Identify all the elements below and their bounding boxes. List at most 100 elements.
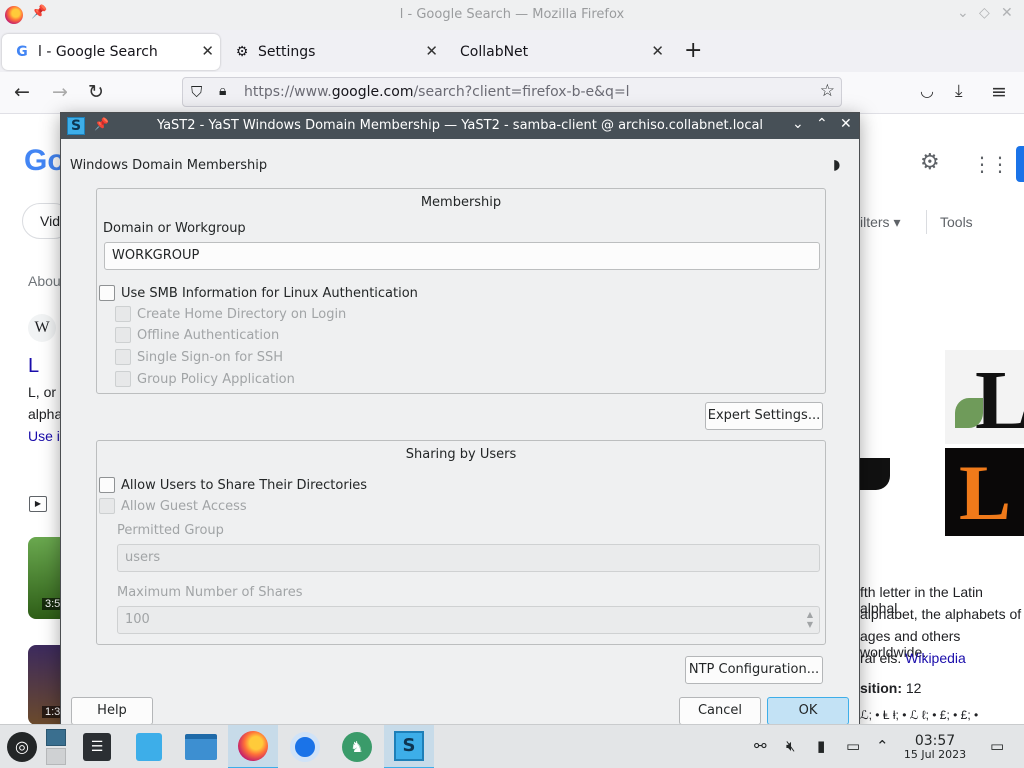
- volume-muted-icon[interactable]: 🔇︎: [786, 737, 795, 755]
- sso-ssh-label: Single Sign-on for SSH: [137, 350, 283, 365]
- offline-auth-checkbox[interactable]: [115, 327, 131, 343]
- help-button[interactable]: Help: [71, 697, 153, 725]
- lock-icon[interactable]: 🔒︎: [219, 83, 226, 99]
- filters-label[interactable]: ilters ▾: [860, 214, 900, 231]
- download-icon[interactable]: ⤓: [955, 81, 963, 101]
- browser-titlebar: 📌 l - Google Search — Mozilla Firefox ⌄ …: [0, 0, 1024, 30]
- result-snippet-line: L, or: [28, 384, 57, 400]
- minimize-icon[interactable]: ⌄: [792, 116, 804, 132]
- close-window-icon[interactable]: ✕: [1001, 5, 1013, 21]
- knowledge-position-line: sition: 12: [860, 680, 922, 696]
- bookmark-star-icon[interactable]: ☆: [820, 81, 835, 101]
- pocket-icon[interactable]: ◡: [920, 81, 934, 100]
- new-tab-icon[interactable]: +: [684, 38, 702, 63]
- minimize-icon[interactable]: ⌄: [957, 5, 969, 21]
- navigation-toolbar: ← → ↻ ⛉ 🔒︎ https://www.google.com/search…: [0, 72, 1024, 114]
- settings-gear-icon[interactable]: ⚙: [920, 150, 940, 175]
- tab-collabnet[interactable]: CollabNet ✕: [448, 34, 670, 70]
- knowledge-image[interactable]: L: [945, 448, 1024, 536]
- maximize-icon[interactable]: ⌃: [816, 116, 828, 132]
- domain-input[interactable]: WORKGROUP: [104, 242, 820, 270]
- close-tab-icon[interactable]: ✕: [201, 42, 214, 60]
- knowledge-image[interactable]: L: [945, 350, 1024, 447]
- yast-icon: S: [394, 731, 424, 761]
- allow-share-label[interactable]: Allow Users to Share Their Directories: [121, 478, 367, 493]
- max-shares-spinbox[interactable]: 100 ▲ ▼: [117, 606, 820, 634]
- sso-ssh-checkbox[interactable]: [115, 349, 131, 365]
- dialog-titlebar[interactable]: S 📌 YaST2 - YaST Windows Domain Membersh…: [61, 113, 859, 139]
- settings-sliders-icon: ☰: [83, 733, 111, 761]
- clock-date[interactable]: 15 Jul 2023: [896, 748, 974, 761]
- close-icon[interactable]: ✕: [840, 116, 852, 132]
- tab-google-search[interactable]: G l - Google Search ✕: [2, 34, 220, 70]
- taskbar-mastodon[interactable]: ♞: [332, 725, 382, 768]
- google-favicon-icon: G: [16, 44, 28, 60]
- create-home-label: Create Home Directory on Login: [137, 307, 347, 322]
- create-home-checkbox[interactable]: [115, 306, 131, 322]
- forward-arrow-icon[interactable]: →: [52, 81, 68, 103]
- menu-icon[interactable]: ≡: [991, 81, 1007, 103]
- battery-icon[interactable]: ▮: [817, 737, 825, 755]
- display-icon[interactable]: ▭: [846, 737, 860, 755]
- browser-window-title: l - Google Search — Mozilla Firefox: [399, 7, 625, 22]
- permitted-group-input[interactable]: users: [117, 544, 820, 572]
- dialog-title: YaST2 - YaST Windows Domain Membership —…: [156, 118, 764, 133]
- clock-time[interactable]: 03:57: [906, 733, 964, 749]
- knowledge-symbols-line: ℒ; • Ⱡ ⱡ; • ℒ ℓ; • £; • £; •: [860, 708, 979, 722]
- ntp-configuration-button[interactable]: NTP Configuration...: [685, 656, 823, 684]
- pager-desktop-1[interactable]: [46, 729, 66, 746]
- tray-expand-chevron-icon[interactable]: ⌃: [876, 737, 889, 755]
- taskbar-discover[interactable]: [124, 725, 174, 768]
- application-launcher[interactable]: ◎: [0, 725, 44, 768]
- use-smb-checkbox[interactable]: [99, 285, 115, 301]
- reload-icon[interactable]: ↻: [88, 81, 104, 103]
- close-tab-icon[interactable]: ✕: [425, 42, 438, 60]
- offline-auth-label: Offline Authentication: [137, 328, 280, 343]
- allow-guest-checkbox[interactable]: [99, 498, 115, 514]
- pager-widget[interactable]: [46, 729, 66, 765]
- back-arrow-icon[interactable]: ←: [14, 81, 30, 103]
- result-title-link[interactable]: L: [28, 355, 39, 378]
- use-smb-label[interactable]: Use SMB Information for Linux Authentica…: [121, 286, 418, 301]
- tools-link[interactable]: Tools: [940, 214, 973, 230]
- allow-share-checkbox[interactable]: [99, 477, 115, 493]
- shield-icon[interactable]: ⛉: [191, 83, 202, 101]
- firefox-icon: [238, 731, 268, 761]
- network-share-icon[interactable]: ⚯: [754, 737, 767, 755]
- url-text[interactable]: https://www.google.com/search?client=fir…: [244, 84, 630, 100]
- tab-strip: G l - Google Search ✕ ⚙ Settings ✕ Colla…: [0, 30, 1024, 72]
- chromium-icon: [290, 732, 320, 762]
- ok-button[interactable]: OK: [767, 697, 849, 725]
- show-desktop-icon[interactable]: ▭: [990, 737, 1004, 755]
- fire-letter-glyph: L: [959, 449, 1012, 536]
- knowledge-description-line: ral els. Wikipedia: [860, 650, 966, 666]
- taskbar-yast[interactable]: S: [384, 725, 434, 768]
- close-tab-icon[interactable]: ✕: [651, 42, 664, 60]
- allow-guest-label: Allow Guest Access: [121, 499, 247, 514]
- url-bar[interactable]: ⛉ 🔒︎ https://www.google.com/search?clien…: [182, 77, 842, 107]
- sharing-group: Sharing by Users Allow Users to Share Th…: [96, 440, 826, 645]
- tab-label: CollabNet: [460, 44, 529, 60]
- sign-in-button[interactable]: [1016, 146, 1024, 182]
- tab-settings[interactable]: ⚙ Settings ✕: [222, 34, 444, 70]
- taskbar-chromium[interactable]: [280, 725, 330, 768]
- permitted-group-label: Permitted Group: [117, 523, 224, 538]
- maximize-icon[interactable]: ◇: [979, 5, 990, 21]
- elephant-icon: ♞: [342, 732, 372, 762]
- wikipedia-link[interactable]: Wikipedia: [905, 650, 966, 666]
- taskbar-firefox[interactable]: [228, 725, 278, 768]
- gear-icon: ⚙: [235, 44, 249, 60]
- result-snippet-link[interactable]: Use i: [28, 428, 60, 444]
- leaf-image-shape: [955, 398, 983, 428]
- taskbar-system-settings[interactable]: ☰: [72, 725, 122, 768]
- taskbar-file-manager[interactable]: [176, 725, 226, 768]
- theme-moon-icon[interactable]: ◗: [833, 157, 840, 173]
- spin-arrows-icon[interactable]: ▲ ▼: [807, 610, 813, 630]
- wikipedia-icon: W: [28, 314, 56, 342]
- expert-settings-button[interactable]: Expert Settings...: [705, 402, 823, 430]
- pager-desktop-2[interactable]: [46, 748, 66, 765]
- group-title: Sharing by Users: [405, 447, 517, 462]
- group-policy-checkbox[interactable]: [115, 371, 131, 387]
- cancel-button[interactable]: Cancel: [679, 697, 761, 725]
- membership-group: Membership Domain or Workgroup WORKGROUP…: [96, 188, 826, 394]
